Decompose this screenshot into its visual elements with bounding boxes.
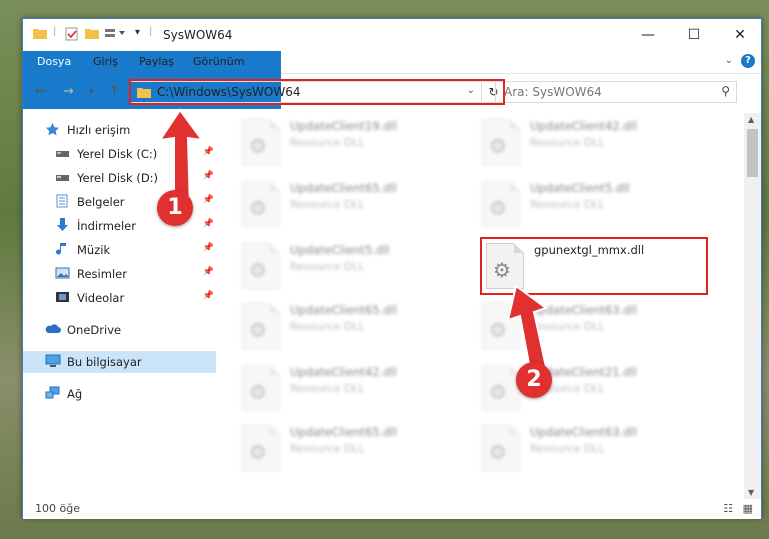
status-bar: 100 öğe ☷ ▦: [23, 499, 761, 519]
customize-icon[interactable]: [105, 28, 129, 42]
pictures-icon: [55, 266, 70, 280]
step-badge-1: 1: [157, 190, 193, 226]
search-input[interactable]: Ara: SysWOW64 ⚲: [495, 81, 737, 103]
ribbon-tabs: Dosya Giriş Paylaş Görünüm ⌄ ?: [23, 51, 761, 109]
dll-file-icon: ⚙: [242, 243, 280, 289]
list-item[interactable]: ⚙ UpdateClient65.dll Resource DLL: [242, 301, 472, 359]
explorer-window: | ▾ | SysWOW64 — ☐ ✕ Dosya Giriş Paylaş …: [22, 18, 762, 519]
address-row: ← → ▾ ↑ C:\Windows\SysWOW64 ⌄ ↻ Ara: Sys…: [23, 75, 761, 111]
list-item[interactable]: ⚙ UpdateClient42.dll Resource DLL: [482, 117, 712, 175]
minimize-button[interactable]: —: [625, 19, 671, 51]
dll-file-icon: ⚙: [242, 181, 280, 227]
window-title: SysWOW64: [163, 28, 233, 42]
tab-view[interactable]: Görünüm: [183, 51, 254, 73]
scroll-up-icon[interactable]: ▲: [748, 115, 754, 124]
list-item[interactable]: ⚙ UpdateClient5.dll Resource DLL: [242, 241, 472, 299]
sidebar-item-this-pc[interactable]: Bu bilgisayar: [23, 351, 216, 373]
close-button[interactable]: ✕: [717, 19, 763, 51]
documents-icon: [55, 194, 70, 208]
forward-arrow-icon[interactable]: →: [63, 84, 74, 99]
up-arrow-icon[interactable]: ↑: [109, 84, 120, 99]
list-item[interactable]: ⚙ UpdateClient5.dll Resource DLL: [482, 179, 712, 237]
pin-icon: 📌: [202, 291, 214, 301]
dll-file-icon: ⚙: [242, 303, 280, 349]
list-item[interactable]: ⚙ UpdateClient19.dll Resource DLL: [242, 117, 472, 175]
details-view-icon[interactable]: ☷: [723, 502, 733, 515]
view-toggle[interactable]: ☷ ▦: [723, 502, 753, 515]
dll-file-icon: ⚙: [242, 425, 280, 471]
star-icon: [45, 122, 60, 136]
dll-file-icon: ⚙: [242, 119, 280, 165]
drive-icon: [55, 146, 70, 160]
list-item[interactable]: ⚙ UpdateClient42.dll Resource DLL: [242, 363, 472, 421]
search-placeholder: Ara: SysWOW64: [504, 85, 602, 99]
download-icon: [55, 218, 70, 232]
tiles-view-icon[interactable]: ▦: [743, 502, 753, 515]
properties-check-icon[interactable]: [65, 27, 78, 44]
search-icon: ⚲: [721, 84, 730, 98]
tab-home[interactable]: Giriş: [83, 51, 128, 73]
dll-file-icon: ⚙: [482, 181, 520, 227]
maximize-button[interactable]: ☐: [671, 19, 717, 51]
dll-file-icon: ⚙: [482, 119, 520, 165]
separator: |: [53, 26, 57, 37]
pin-icon: 📌: [202, 243, 214, 253]
title-bar: | ▾ | SysWOW64 — ☐ ✕: [23, 19, 761, 51]
chevron-down-icon[interactable]: ▾: [135, 27, 140, 38]
pin-icon: 📌: [202, 267, 214, 277]
drive-icon: [55, 170, 70, 184]
new-folder-icon[interactable]: [85, 27, 99, 42]
network-icon: [45, 386, 60, 400]
list-item[interactable]: ⚙ UpdateClient63.dll Resource DLL: [482, 423, 712, 481]
sidebar-item-network[interactable]: Ağ: [23, 383, 216, 405]
sidebar-item-onedrive[interactable]: OneDrive: [23, 319, 216, 341]
file-list: ⚙ UpdateClient19.dll Resource DLL ⚙ Upda…: [218, 113, 748, 499]
tab-share[interactable]: Paylaş: [129, 51, 184, 73]
computer-icon: [45, 354, 61, 368]
videos-icon: [55, 290, 70, 304]
sidebar-item-videos[interactable]: Videolar 📌: [23, 287, 216, 309]
scroll-thumb[interactable]: [747, 129, 758, 177]
list-item[interactable]: ⚙ UpdateClient65.dll Resource DLL: [242, 179, 472, 237]
sidebar-item-pictures[interactable]: Resimler 📌: [23, 263, 216, 285]
cloud-icon: [45, 322, 61, 336]
step-badge-2: 2: [516, 362, 552, 398]
dll-file-icon: ⚙: [242, 365, 280, 411]
music-icon: [55, 242, 70, 256]
sidebar-item-music[interactable]: Müzik 📌: [23, 239, 216, 261]
pin-icon: 📌: [202, 219, 214, 229]
recent-chevron-icon[interactable]: ▾: [89, 87, 94, 97]
separator: |: [149, 26, 153, 37]
expand-ribbon-icon[interactable]: ⌄: [725, 55, 733, 66]
list-item[interactable]: ⚙ UpdateClient65.dll Resource DLL: [242, 423, 472, 481]
vertical-scrollbar[interactable]: ▲ ▼: [744, 113, 761, 499]
folder-icon[interactable]: [33, 27, 47, 42]
scroll-down-icon[interactable]: ▼: [748, 488, 754, 497]
back-arrow-icon[interactable]: ←: [35, 84, 46, 99]
help-icon[interactable]: ?: [741, 54, 755, 68]
dll-file-icon: ⚙: [482, 425, 520, 471]
item-count: 100 öğe: [35, 502, 80, 515]
